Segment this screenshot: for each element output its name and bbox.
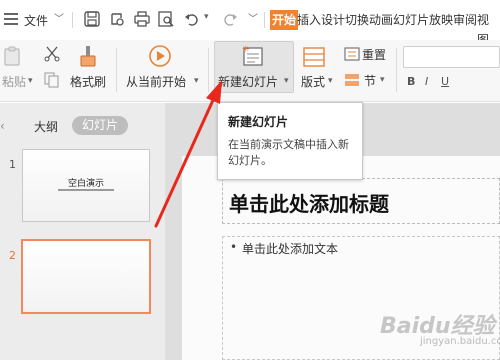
annotation-arrow: [154, 80, 222, 228]
watermark-url: jingyan.baidu.com: [420, 336, 500, 347]
